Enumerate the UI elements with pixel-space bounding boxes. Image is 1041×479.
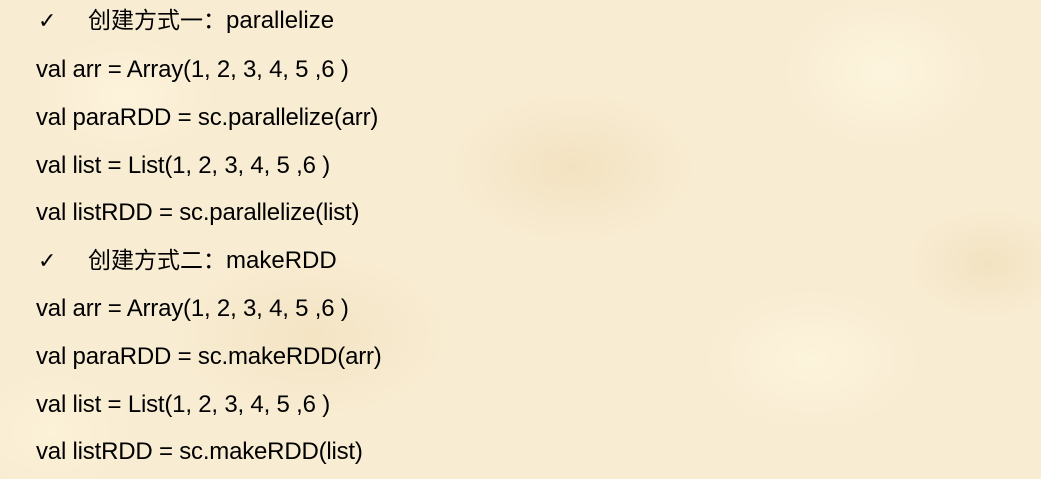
code-line: val arr = Array(1, 2, 3, 4, 5 ,6 ) [36, 56, 349, 83]
section-heading-1: ✓ 创建方式一：parallelize [38, 6, 334, 36]
code-line: val listRDD = sc.parallelize(list) [36, 199, 360, 226]
section-heading-2-cn: 创建方式二： [88, 248, 226, 274]
section-heading-2-en: makeRDD [226, 247, 337, 274]
slide-page: ✓ 创建方式一：parallelize val arr = Array(1, 2,… [0, 0, 1041, 479]
code-line: val arr = Array(1, 2, 3, 4, 5 ,6 ) [36, 295, 349, 322]
code-line: val list = List(1, 2, 3, 4, 5 ,6 ) [36, 152, 330, 179]
code-line: val listRDD = sc.makeRDD(list) [36, 438, 363, 465]
section-heading-1-en: parallelize [226, 7, 335, 34]
code-line: val paraRDD = sc.parallelize(arr) [36, 104, 379, 131]
section-heading-2: ✓ 创建方式二：makeRDD [38, 246, 337, 276]
checkmark-icon: ✓ [38, 249, 57, 274]
code-line: val list = List(1, 2, 3, 4, 5 ,6 ) [36, 391, 330, 418]
code-line: val paraRDD = sc.makeRDD(arr) [36, 343, 382, 370]
checkmark-icon: ✓ [38, 9, 57, 34]
section-heading-1-cn: 创建方式一： [88, 8, 226, 34]
